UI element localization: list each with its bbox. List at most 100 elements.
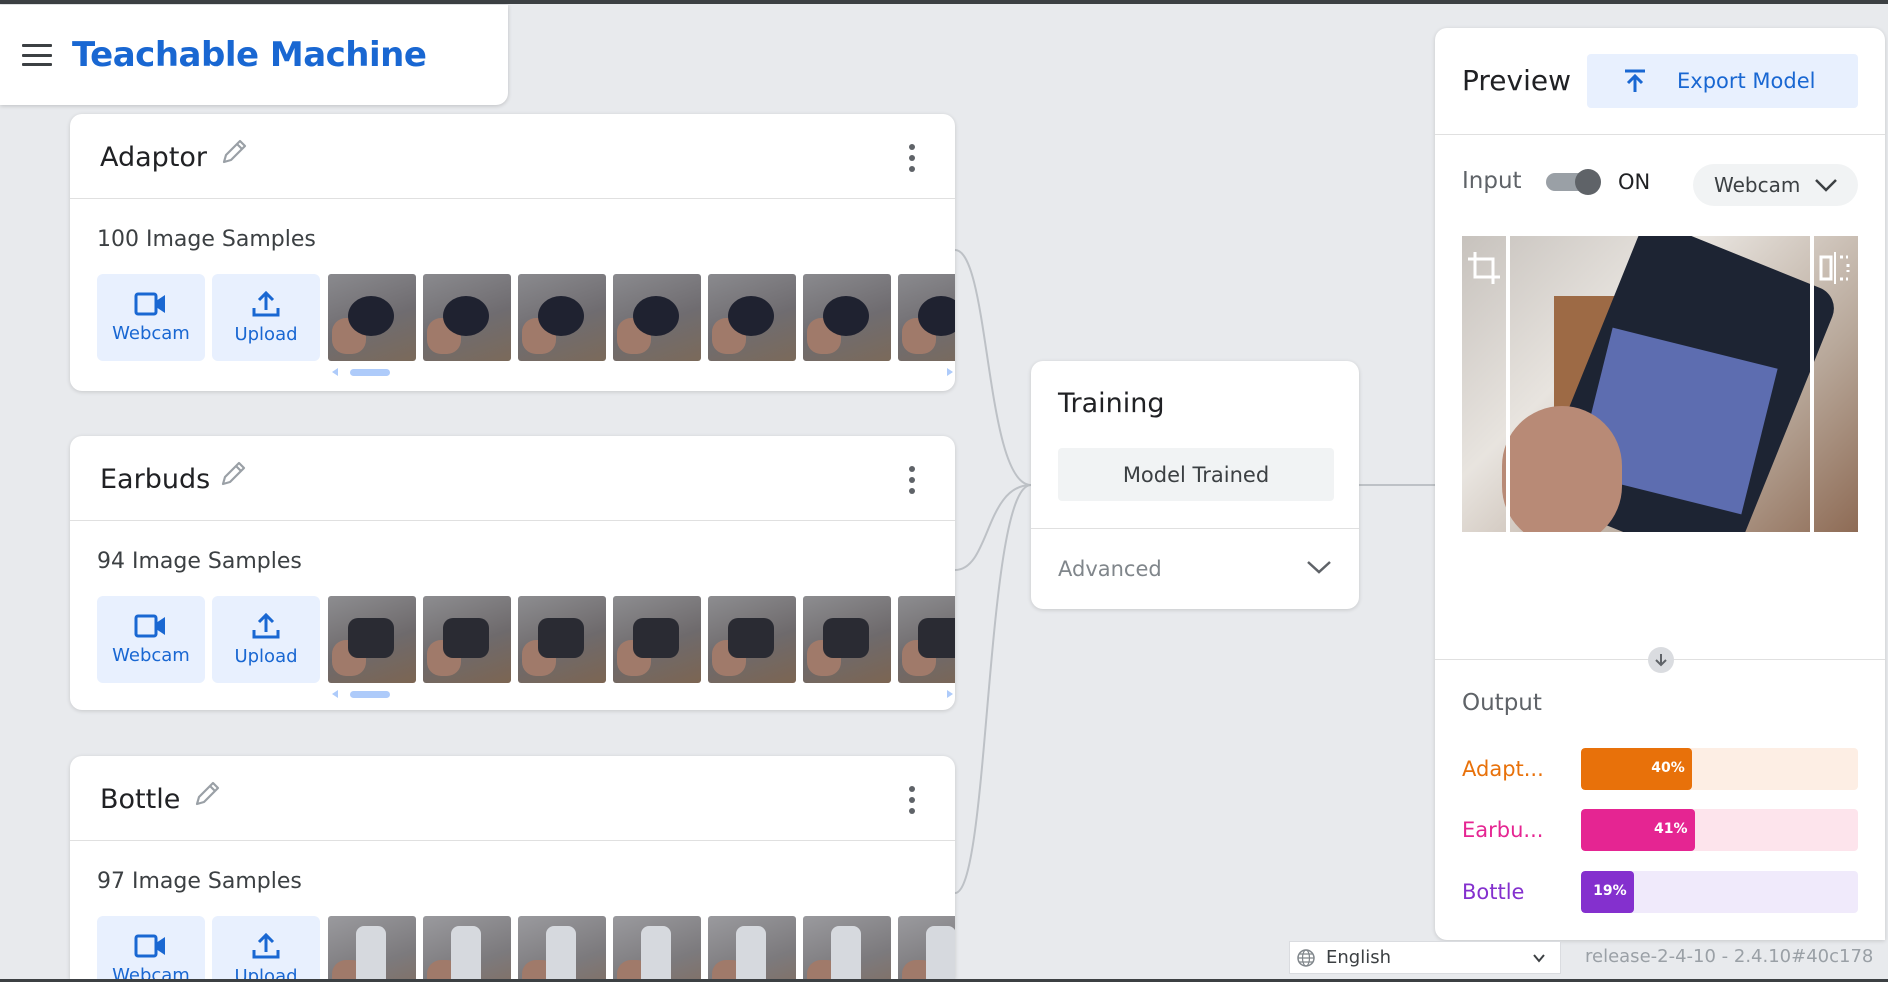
globe-icon	[1297, 948, 1315, 967]
output-class-name: Bottle	[1462, 880, 1525, 904]
confidence-fill: 40%	[1581, 748, 1692, 790]
upload-icon	[252, 932, 280, 959]
language-value: English	[1326, 947, 1391, 968]
sample-thumbnail[interactable]	[708, 916, 796, 979]
output-row-earbuds: Earbu... 41%	[1462, 809, 1858, 851]
webcam-label: Webcam	[112, 645, 190, 666]
training-title: Training	[1058, 388, 1165, 419]
upload-button[interactable]: Upload	[212, 596, 320, 683]
class-name: Bottle	[100, 784, 181, 815]
language-select[interactable]: English	[1289, 941, 1561, 974]
input-toggle[interactable]	[1546, 169, 1601, 195]
videocam-icon	[134, 934, 165, 958]
sample-thumbnail[interactable]	[328, 916, 416, 979]
samples-count: 100 Image Samples	[97, 227, 316, 252]
output-row-adaptor: Adapt... 40%	[1462, 748, 1858, 790]
webcam-button[interactable]: Webcam	[97, 596, 205, 683]
output-class-name: Adapt...	[1462, 757, 1544, 781]
webcam-button[interactable]: Webcam	[97, 274, 205, 361]
sample-thumbnail[interactable]	[613, 916, 701, 979]
confidence-fill: 19%	[1581, 871, 1634, 913]
confidence-bar: 40%	[1581, 748, 1858, 790]
sample-thumbnail[interactable]	[708, 596, 796, 683]
confidence-fill: 41%	[1581, 809, 1695, 851]
confidence-percent: 40%	[1651, 760, 1685, 776]
class-card-header: Earbuds	[70, 436, 955, 521]
confidence-percent: 41%	[1654, 821, 1688, 837]
samples-count: 97 Image Samples	[97, 869, 302, 894]
more-vert-icon[interactable]	[907, 466, 917, 494]
upload-icon	[252, 290, 280, 317]
sample-thumbnail[interactable]	[898, 916, 955, 979]
confidence-percent: 19%	[1593, 883, 1627, 899]
webcam-button[interactable]: Webcam	[97, 916, 205, 979]
training-card: Training Model Trained Advanced	[1031, 361, 1359, 609]
sample-thumbnail[interactable]	[423, 916, 511, 979]
samples-count: 94 Image Samples	[97, 549, 302, 574]
chevron-down-icon	[1533, 953, 1545, 963]
sample-thumbnail[interactable]	[708, 274, 796, 361]
upload-label: Upload	[234, 324, 298, 345]
confidence-bar: 19%	[1581, 871, 1858, 913]
export-icon	[1625, 69, 1645, 92]
class-card-bottle: Bottle 97 Image Samples Webcam Upload	[70, 756, 955, 979]
more-vert-icon[interactable]	[907, 786, 917, 814]
upload-button[interactable]: Upload	[212, 916, 320, 979]
flip-icon[interactable]	[1818, 250, 1852, 286]
arrow-down-icon[interactable]	[1648, 647, 1674, 673]
sample-thumbnail[interactable]	[898, 596, 955, 683]
train-model-button[interactable]: Model Trained	[1058, 448, 1334, 501]
menu-icon[interactable]	[22, 44, 52, 66]
sample-thumbnails	[328, 274, 955, 361]
sample-thumbnail[interactable]	[613, 596, 701, 683]
webcam-label: Webcam	[112, 965, 190, 979]
release-version: release-2-4-10 - 2.4.10#40c178	[1585, 946, 1874, 967]
videocam-icon	[134, 614, 165, 638]
videocam-icon	[134, 292, 165, 316]
pencil-icon[interactable]	[217, 458, 249, 490]
webcam-preview	[1462, 236, 1858, 532]
class-card-adaptor: Adaptor 100 Image Samples Webcam Upload	[70, 114, 955, 391]
sample-thumbnail[interactable]	[423, 274, 511, 361]
sample-thumbnail[interactable]	[898, 274, 955, 361]
upload-icon	[252, 612, 280, 639]
chevron-down-icon[interactable]	[1305, 557, 1333, 577]
preview-panel: Preview Export Model Input ON Webcam Out…	[1435, 28, 1885, 940]
crop-icon[interactable]	[1466, 250, 1502, 286]
sample-thumbnail[interactable]	[423, 596, 511, 683]
sample-thumbnail[interactable]	[518, 274, 606, 361]
toggle-state-label: ON	[1618, 170, 1651, 194]
pencil-icon[interactable]	[218, 136, 250, 168]
sample-thumbnail[interactable]	[328, 596, 416, 683]
sample-thumbnail[interactable]	[803, 596, 891, 683]
sample-thumbnails	[328, 596, 955, 683]
confidence-bar: 41%	[1581, 809, 1858, 851]
input-source-value: Webcam	[1714, 173, 1801, 197]
sample-thumbnail[interactable]	[328, 274, 416, 361]
webcam-label: Webcam	[112, 323, 190, 344]
app-title[interactable]: Teachable Machine	[72, 35, 427, 75]
thumbnail-scrollbar[interactable]	[328, 367, 955, 377]
output-row-bottle: Bottle 19%	[1462, 871, 1858, 913]
sample-thumbnail[interactable]	[613, 274, 701, 361]
output-class-name: Earbu...	[1462, 818, 1544, 842]
class-card-earbuds: Earbuds 94 Image Samples Webcam Upload	[70, 436, 955, 710]
class-card-header: Adaptor	[70, 114, 955, 199]
input-label: Input	[1462, 168, 1522, 194]
upload-button[interactable]: Upload	[212, 274, 320, 361]
class-name: Earbuds	[100, 464, 211, 495]
class-name: Adaptor	[100, 142, 208, 173]
sample-thumbnail[interactable]	[803, 274, 891, 361]
thumbnail-scrollbar[interactable]	[328, 689, 955, 699]
sample-thumbnail[interactable]	[518, 916, 606, 979]
pencil-icon[interactable]	[191, 778, 223, 810]
input-source-select[interactable]: Webcam	[1693, 164, 1858, 206]
sample-thumbnail[interactable]	[518, 596, 606, 683]
advanced-toggle-label[interactable]: Advanced	[1058, 557, 1162, 581]
divider	[1031, 528, 1359, 529]
more-vert-icon[interactable]	[907, 144, 917, 172]
output-label: Output	[1462, 690, 1542, 716]
sample-thumbnail[interactable]	[803, 916, 891, 979]
export-model-button[interactable]: Export Model	[1587, 54, 1858, 108]
class-card-header: Bottle	[70, 756, 955, 841]
